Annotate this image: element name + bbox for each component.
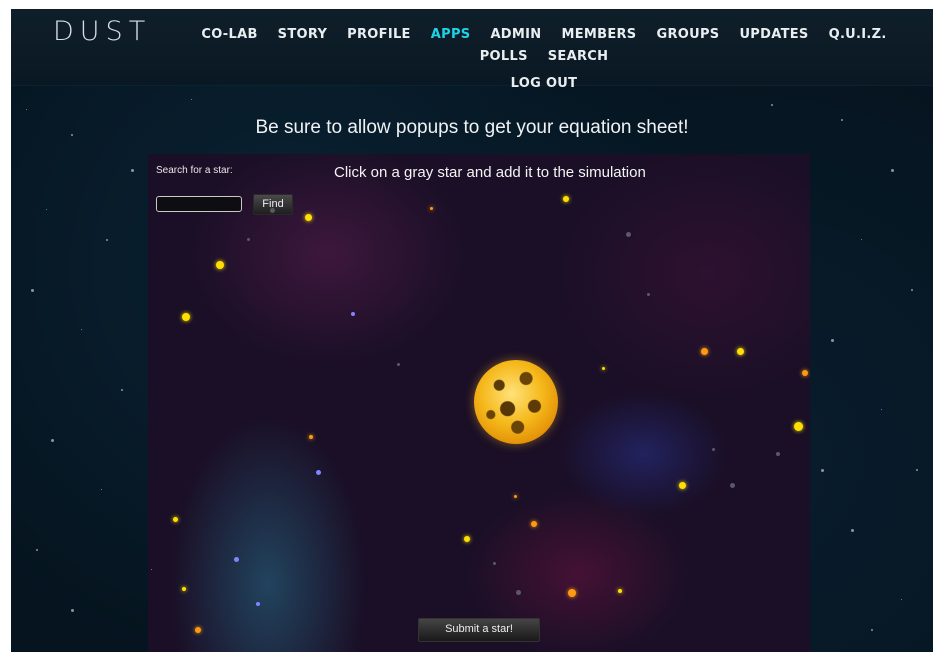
submit-star-button[interactable]: Submit a star! xyxy=(418,618,540,642)
background-dust-speck xyxy=(101,489,102,490)
nav-groups[interactable]: GROUPS xyxy=(646,26,729,43)
gray-star[interactable] xyxy=(776,452,780,456)
main-nav: CO-LAB STORY PROFILE APPS ADMIN MEMBERS GROUPS… xyxy=(159,26,929,92)
background-dust-speck xyxy=(851,529,854,532)
yellow-star[interactable] xyxy=(793,421,803,431)
yellow-star[interactable] xyxy=(601,366,605,370)
yellow-star[interactable] xyxy=(736,347,744,355)
background-dust-speck xyxy=(106,239,108,241)
background-dust-speck xyxy=(81,329,82,330)
background-dust-speck xyxy=(771,104,773,106)
gray-star[interactable] xyxy=(625,231,631,237)
yellow-star[interactable] xyxy=(563,196,569,202)
yellow-star[interactable] xyxy=(172,516,178,522)
nav-q-u-i-z[interactable]: Q.U.I.Z. xyxy=(819,26,897,43)
gray-star[interactable] xyxy=(246,237,250,241)
nav-updates[interactable]: UPDATES xyxy=(729,26,818,43)
nav-apps[interactable]: APPS xyxy=(421,26,481,43)
yellow-star[interactable] xyxy=(618,589,622,593)
nav-search[interactable]: SEARCH xyxy=(538,48,619,65)
popup-notice: Be sure to allow popups to get your equa… xyxy=(255,117,689,138)
simulation-instruction: Click on a gray star and add it to the s… xyxy=(334,164,646,181)
star-simulation-canvas[interactable]: Search for a star: Click on a gray star … xyxy=(148,154,810,652)
background-dust-speck xyxy=(891,169,894,172)
central-star[interactable] xyxy=(474,360,558,444)
nav-admin[interactable]: ADMIN xyxy=(480,26,551,43)
background-dust-speck xyxy=(51,439,54,442)
search-star-label: Search for a star: xyxy=(156,165,233,176)
yellow-star[interactable] xyxy=(304,213,312,221)
background-dust-speck xyxy=(31,289,34,292)
nav-log-out[interactable]: LOG OUT xyxy=(501,75,588,92)
blue-star[interactable] xyxy=(351,312,355,316)
nav-polls[interactable]: POLLS xyxy=(470,48,538,65)
background-dust-speck xyxy=(881,409,882,410)
orange-star[interactable] xyxy=(802,370,808,376)
background-dust-speck xyxy=(871,629,873,631)
yellow-star[interactable] xyxy=(182,313,190,321)
blue-star[interactable] xyxy=(233,556,239,562)
yellow-star[interactable] xyxy=(216,261,224,269)
gray-star[interactable] xyxy=(729,482,735,488)
background-dust-speck xyxy=(916,469,918,471)
yellow-star[interactable] xyxy=(464,536,470,542)
yellow-star[interactable] xyxy=(678,481,686,489)
orange-star[interactable] xyxy=(195,627,201,633)
nav-members[interactable]: MEMBERS xyxy=(551,26,646,43)
nav-co-lab[interactable]: CO-LAB xyxy=(191,26,267,43)
dust-logo[interactable]: DUST xyxy=(53,16,151,47)
background-dust-speck xyxy=(26,109,27,110)
nav-profile[interactable]: PROFILE xyxy=(337,26,421,43)
gray-star[interactable] xyxy=(396,362,400,366)
orange-star[interactable] xyxy=(700,347,708,355)
top-navigation-bar: DUST CO-LAB STORY PROFILE APPS ADMIN MEMBERS G… xyxy=(11,9,933,91)
orange-star[interactable] xyxy=(513,494,517,498)
background-dust-speck xyxy=(36,549,38,551)
background-dust-speck xyxy=(831,339,834,342)
background-dust-speck xyxy=(151,569,152,570)
star-search-input[interactable] xyxy=(156,196,242,212)
page-frame: DUST CO-LAB STORY PROFILE APPS ADMIN MEMBERS G… xyxy=(11,9,933,652)
background-dust-speck xyxy=(191,99,192,100)
orange-star[interactable] xyxy=(309,435,313,439)
gray-star[interactable] xyxy=(515,589,521,595)
gray-star[interactable] xyxy=(492,561,496,565)
background-dust-speck xyxy=(46,209,47,210)
orange-star[interactable] xyxy=(429,206,433,210)
background-dust-speck xyxy=(841,119,843,121)
background-dust-speck xyxy=(71,134,73,136)
orange-star[interactable] xyxy=(568,589,576,597)
orange-star[interactable] xyxy=(531,521,537,527)
blue-star[interactable] xyxy=(315,469,321,475)
background-dust-speck xyxy=(861,239,862,240)
nav-story[interactable]: STORY xyxy=(268,26,338,43)
background-dust-speck xyxy=(901,599,902,600)
background-dust-speck xyxy=(911,289,913,291)
blue-star[interactable] xyxy=(256,602,260,606)
gray-star[interactable] xyxy=(269,207,275,213)
background-dust-speck xyxy=(121,389,123,391)
yellow-star[interactable] xyxy=(182,587,186,591)
background-dust-speck xyxy=(821,469,824,472)
background-dust-speck xyxy=(71,609,74,612)
background-dust-speck xyxy=(131,169,134,172)
gray-star[interactable] xyxy=(711,447,715,451)
gray-star[interactable] xyxy=(646,292,650,296)
